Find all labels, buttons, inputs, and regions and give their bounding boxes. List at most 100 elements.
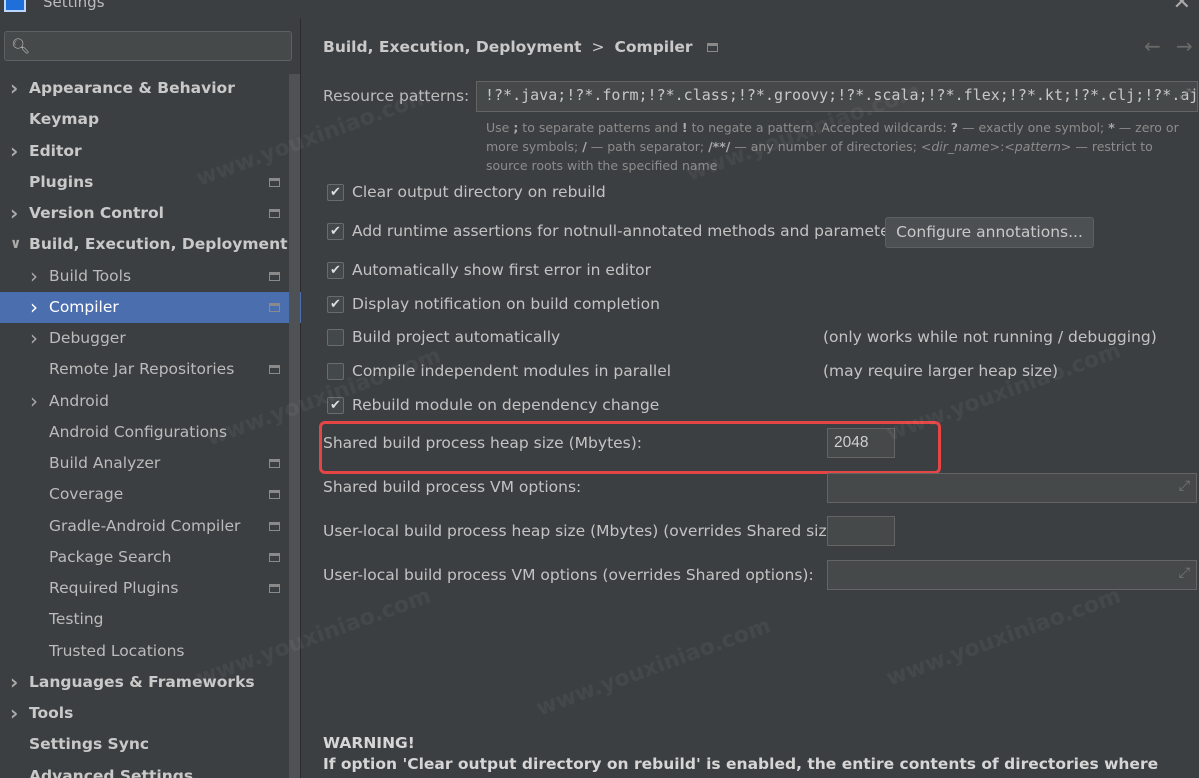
chevron-right-icon[interactable]: › xyxy=(10,667,18,698)
option-label: Display notification on build completion xyxy=(352,295,660,313)
checkbox-unchecked[interactable] xyxy=(327,363,344,380)
chevron-right-icon[interactable]: › xyxy=(30,261,38,292)
expand-icon[interactable]: ⤢ xyxy=(1180,86,1191,102)
search-input[interactable]: 🔍︎ xyxy=(4,31,292,61)
sidebar-item-settings-sync[interactable]: Settings Sync xyxy=(0,729,289,760)
sidebar-item-advanced-settings[interactable]: Advanced Settings xyxy=(0,761,289,778)
warning-message: WARNING! If option 'Clear output directo… xyxy=(323,733,1193,778)
sidebar-item-appearance-behavior[interactable]: › Appearance & Behavior xyxy=(0,73,289,104)
sidebar-item-plugins[interactable]: Plugins xyxy=(0,167,289,198)
chevron-down-icon[interactable]: ∨ xyxy=(10,229,21,260)
sidebar-item-label: Coverage xyxy=(49,485,124,504)
chevron-right-icon[interactable]: › xyxy=(30,292,38,323)
vm-options-label: Shared build process VM options: xyxy=(323,478,582,496)
sidebar-item-build-analyzer[interactable]: Build Analyzer xyxy=(0,448,289,479)
sidebar-scrollbar[interactable] xyxy=(289,74,300,778)
sidebar-item-label: Build Analyzer xyxy=(49,454,161,472)
close-icon[interactable]: ✕ xyxy=(1173,0,1191,15)
sidebar-item-package-search[interactable]: Package Search xyxy=(0,542,289,573)
sidebar-item-compiler[interactable]: › Compiler xyxy=(0,291,301,323)
title-bar: Settings ✕ xyxy=(0,0,1199,18)
checkbox-checked[interactable]: ✔ xyxy=(327,397,344,414)
sidebar-item-label: Version Control xyxy=(29,204,164,222)
breadcrumb: Build, Execution, Deployment > Compiler xyxy=(323,38,718,56)
sidebar-item-gradle-android-compiler[interactable]: Gradle-Android Compiler xyxy=(0,511,289,542)
sidebar-item-trusted-locations[interactable]: Trusted Locations xyxy=(0,636,289,667)
sidebar-item-label: Keymap xyxy=(29,110,100,129)
option-label: Compile independent modules in parallel xyxy=(352,362,672,380)
sidebar-item-label: Android xyxy=(49,391,109,410)
user-vm-options-input[interactable]: ⤢ xyxy=(827,560,1197,590)
sidebar-item-label: Compiler xyxy=(49,297,119,316)
expand-icon[interactable]: ⤢ xyxy=(1179,565,1190,581)
checkbox-checked[interactable]: ✔ xyxy=(327,223,344,240)
sidebar-item-label: Testing xyxy=(49,610,104,629)
user-heap-size-input[interactable] xyxy=(827,516,895,546)
chevron-right-icon[interactable]: › xyxy=(30,323,38,354)
warning-text: If option 'Clear output directory on reb… xyxy=(323,755,1159,778)
sidebar-item-remote-jar-repositories[interactable]: Remote Jar Repositories xyxy=(0,354,289,385)
vm-options-input[interactable]: ⤢ xyxy=(827,473,1197,503)
project-level-icon xyxy=(269,459,280,468)
sidebar-item-android-configurations[interactable]: Android Configurations xyxy=(0,417,289,448)
project-level-icon xyxy=(269,584,280,593)
sidebar-item-label: Settings Sync xyxy=(29,735,150,754)
compiler-settings-panel: Build, Execution, Deployment > Compiler ← … xyxy=(301,18,1199,778)
sidebar-item-debugger[interactable]: › Debugger xyxy=(0,323,289,354)
sidebar-item-label: Tools xyxy=(29,704,74,722)
settings-sidebar: 🔍︎ › Appearance & Behavior Keymap › Editor Pl… xyxy=(0,18,301,778)
sidebar-item-build-tools[interactable]: › Build Tools xyxy=(0,261,289,292)
chevron-right-icon[interactable]: › xyxy=(10,73,18,104)
sidebar-item-label: Required Plugins xyxy=(49,579,179,597)
sidebar-item-tools[interactable]: › Tools xyxy=(0,698,289,729)
sidebar-item-version-control[interactable]: › Version Control xyxy=(0,198,289,229)
project-level-icon xyxy=(269,521,280,531)
checkbox-checked[interactable]: ✔ xyxy=(327,262,344,279)
sidebar-item-android[interactable]: › Android xyxy=(0,386,289,417)
checkbox-checked[interactable]: ✔ xyxy=(327,184,344,201)
app-icon xyxy=(4,0,26,12)
chevron-right-icon[interactable]: › xyxy=(10,136,18,167)
sidebar-item-label: Gradle-Android Compiler xyxy=(49,516,241,535)
checkbox-unchecked[interactable] xyxy=(327,329,344,346)
checkbox-checked[interactable]: ✔ xyxy=(327,296,344,313)
parallel-note: (may require larger heap size) xyxy=(823,362,1059,380)
sidebar-item-keymap[interactable]: Keymap xyxy=(0,104,289,135)
back-arrow-icon[interactable]: ← xyxy=(1144,34,1161,58)
sidebar-item-required-plugins[interactable]: Required Plugins xyxy=(0,573,289,604)
breadcrumb-separator: > xyxy=(591,38,605,56)
project-level-icon xyxy=(269,177,280,187)
sidebar-item-label: Package Search xyxy=(49,547,172,566)
sidebar-item-build-execution-deployment[interactable]: ∨ Build, Execution, Deployment xyxy=(0,229,289,260)
settings-tree: › Appearance & Behavior Keymap › Editor Plugi… xyxy=(0,73,301,778)
chevron-right-icon[interactable]: › xyxy=(10,198,18,229)
window-title: Settings xyxy=(43,0,105,11)
sidebar-item-testing[interactable]: Testing xyxy=(0,604,289,635)
expand-icon[interactable]: ⤢ xyxy=(1179,478,1190,494)
breadcrumb-parent[interactable]: Build, Execution, Deployment xyxy=(323,38,582,56)
sidebar-item-label: Debugger xyxy=(49,329,126,347)
highlight-annotation xyxy=(319,421,941,474)
sidebar-item-languages-frameworks[interactable]: › Languages & Frameworks xyxy=(0,667,289,698)
sidebar-item-label: Remote Jar Repositories xyxy=(49,360,235,379)
sidebar-item-label: Advanced Settings xyxy=(29,766,194,778)
sidebar-item-label: Plugins xyxy=(29,172,94,191)
option-label: Add runtime assertions for notnull-annot… xyxy=(352,222,905,240)
sidebar-item-label: Trusted Locations xyxy=(49,641,185,660)
project-level-icon xyxy=(269,365,280,375)
search-icon: 🔍︎ xyxy=(11,37,31,55)
sidebar-item-label: Build Tools xyxy=(49,266,132,285)
option-label: Build project automatically xyxy=(352,328,561,346)
project-level-icon xyxy=(269,552,280,562)
user-heap-size-label: User-local build process heap size (Mbyt… xyxy=(323,522,848,540)
sidebar-item-editor[interactable]: › Editor xyxy=(0,136,289,167)
forward-arrow-icon[interactable]: → xyxy=(1176,34,1193,58)
sidebar-item-coverage[interactable]: Coverage xyxy=(0,479,289,510)
resource-patterns-input[interactable]: !?*.java;!?*.form;!?*.class;!?*.groovy;!… xyxy=(476,81,1198,112)
chevron-right-icon[interactable]: › xyxy=(30,386,38,417)
project-level-icon xyxy=(269,490,280,500)
project-level-icon xyxy=(269,209,280,218)
resource-patterns-value: !?*.java;!?*.form;!?*.class;!?*.groovy;!… xyxy=(485,86,1198,104)
chevron-right-icon[interactable]: › xyxy=(10,698,18,729)
configure-annotations-button[interactable]: Configure annotations... xyxy=(885,217,1094,248)
